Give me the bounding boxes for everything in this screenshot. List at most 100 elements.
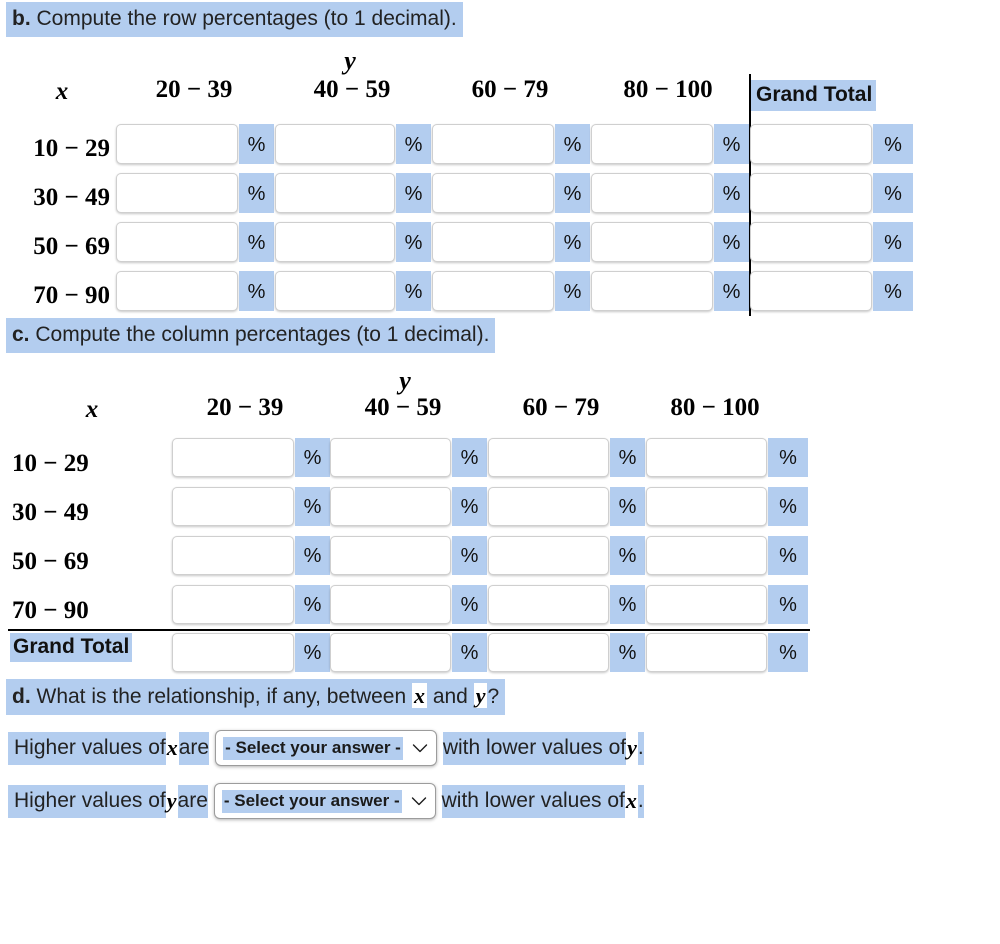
table-c-percent-r2c2: % [610,536,645,575]
prompt-d-end: ? [487,685,500,708]
table-c-input-r0c1[interactable] [330,438,451,477]
table-b-input-r1c3[interactable] [591,173,713,213]
table-b-y-axis-label: y [344,46,356,75]
table-c-input-gt-c3[interactable] [646,633,767,672]
statement-2-mid: are [177,784,208,818]
statement-2-tail: with lower values of [441,784,625,818]
table-b-input-r0-grandtotal[interactable] [750,124,872,164]
table-b-percent-r3c2: % [555,271,590,311]
table-c-grand-total-rule [8,629,810,631]
table-b-input-r0c0[interactable] [116,124,238,164]
table-b-percent-r3-grandtotal: % [873,271,913,311]
prompt-d: d. What is the relationship, if any, bet… [6,679,506,715]
table-c-x-axis-label: x [85,396,99,423]
statement-1-lead: Higher values of [8,731,166,765]
table-c-input-r1c3[interactable] [646,487,767,526]
table-b-input-r1-grandtotal[interactable] [750,173,872,213]
statement-1-variable-y: y [626,730,638,766]
prompt-d-text: What is the relationship, if any, betwee… [30,685,412,708]
table-b-input-r0c3[interactable] [591,124,713,164]
table-b-percent-r0c0: % [239,124,274,164]
table-c-percent-r1c0: % [295,487,330,526]
table-c-input-r2c0[interactable] [172,536,294,575]
table-b-input-r2c3[interactable] [591,222,713,262]
table-b-input-r1c1[interactable] [275,173,395,213]
table-c-input-r1c2[interactable] [488,487,609,526]
table-c-column-header-3: 80 − 100 [670,394,760,421]
table-c-percent-r3c0: % [295,585,330,624]
table-b-input-r3c1[interactable] [275,271,395,311]
table-b-input-r0c2[interactable] [432,124,554,164]
table-c-input-r2c3[interactable] [646,536,767,575]
table-b-input-r2-grandtotal[interactable] [750,222,872,262]
table-b-input-r3c3[interactable] [591,271,713,311]
table-b-percent-r2c2: % [555,222,590,262]
table-c-percent-gt-c2: % [610,633,645,672]
table-c-input-r3c2[interactable] [488,585,609,624]
table-c-row-label-1: 30 − 49 [12,499,89,526]
table-c-input-r0c0[interactable] [172,438,294,477]
table-c-input-r3c3[interactable] [646,585,767,624]
table-c-input-r0c2[interactable] [488,438,609,477]
table-b-x-axis-label: x [55,78,69,105]
prompt-b: b. Compute the row percentages (to 1 dec… [6,2,463,37]
table-b-row-label-3: 70 − 90 [33,282,110,309]
table-c-column-header-0: 20 − 39 [206,394,284,421]
table-c-percent-r0c1: % [452,438,487,477]
table-c-input-gt-c1[interactable] [330,633,451,672]
table-c-column-header-2: 60 − 79 [522,394,600,421]
chevron-down-icon [411,796,427,807]
table-b-percent-r0c3: % [714,124,749,164]
table-b-percent-r2c0: % [239,222,274,262]
table-b-input-r2c0[interactable] [116,222,238,262]
table-c-column-header-1: 40 − 59 [364,394,442,421]
table-c-percent-r0c0: % [295,438,330,477]
statement-1-period: . [637,731,644,765]
prompt-c-text: Compute the column percentages (to 1 dec… [29,323,490,346]
table-c-percent-r1c2: % [610,487,645,526]
prompt-c-marker: c. [12,323,30,346]
table-c-percent-r0c3: % [768,438,808,477]
table-c-input-r2c2[interactable] [488,536,609,575]
table-c-input-gt-c0[interactable] [172,633,294,672]
statement-2-lead: Higher values of [8,784,166,818]
table-b-input-r3c0[interactable] [116,271,238,311]
table-c-input-gt-c2[interactable] [488,633,609,672]
table-b-input-r3c2[interactable] [432,271,554,311]
table-c-input-r0c3[interactable] [646,438,767,477]
table-c-percent-r2c3: % [768,536,808,575]
table-b-row-label-0: 10 − 29 [33,135,110,162]
table-c-percent-r0c2: % [610,438,645,477]
statement-2-answer-select[interactable]: - Select your answer - [213,783,436,819]
table-c-percent-gt-c3: % [768,633,808,672]
table-c-percent-r1c3: % [768,487,808,526]
chevron-down-icon [412,743,428,754]
table-b-input-r3-grandtotal[interactable] [750,271,872,311]
table-c-input-r1c1[interactable] [330,487,451,526]
statement-1-answer-select[interactable]: - Select your answer - [215,730,437,766]
table-c-input-r3c1[interactable] [330,585,451,624]
table-b-column-header-3: 80 − 100 [623,76,713,103]
table-b-input-r1c2[interactable] [432,173,554,213]
table-b-grand-total-header: Grand Total [751,80,877,111]
table-b-percent-r2c3: % [714,222,749,262]
table-c-percent-r3c1: % [452,585,487,624]
table-c-percent-gt-c1: % [452,633,487,672]
table-b-input-r1c0[interactable] [116,173,238,213]
prompt-d-mid: and [426,685,474,708]
statement-2-variable-y: y [165,783,178,819]
table-b-input-r2c1[interactable] [275,222,395,262]
table-b-row-label-1: 30 − 49 [33,184,110,211]
table-b-input-r0c1[interactable] [275,124,395,164]
table-c-input-r2c1[interactable] [330,536,451,575]
table-c-percent-r3c3: % [768,585,808,624]
table-b-input-r2c2[interactable] [432,222,554,262]
table-c-row-label-3: 70 − 90 [12,597,89,624]
table-b-percent-r3c3: % [714,271,749,311]
table-b-percent-r3c1: % [396,271,431,311]
table-c-input-r3c0[interactable] [172,585,294,624]
prompt-d-variable-x: x [411,683,427,708]
table-b-percent-r0c2: % [555,124,590,164]
statement-1-mid: are [178,731,210,765]
table-c-input-r1c0[interactable] [172,487,294,526]
